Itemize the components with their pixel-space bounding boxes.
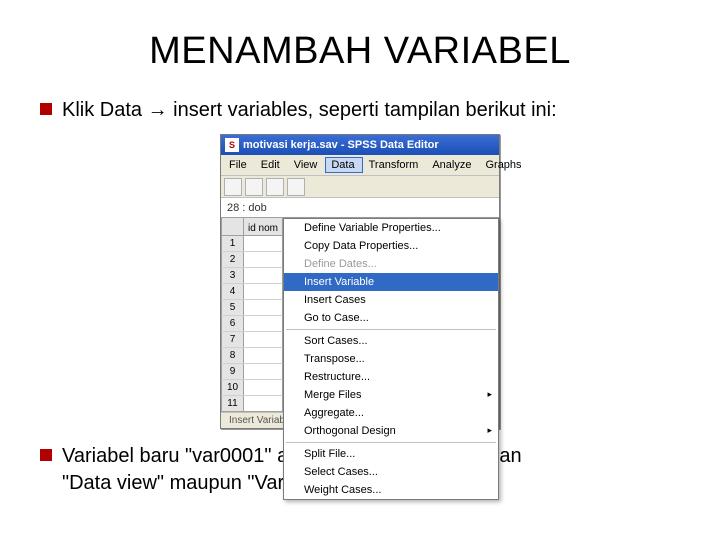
menu-separator bbox=[286, 329, 496, 330]
menu-item-go-to-case[interactable]: Go to Case... bbox=[284, 309, 498, 327]
app-icon: S bbox=[225, 138, 239, 152]
menu-item-define-dates[interactable]: Define Dates... bbox=[284, 255, 498, 273]
menu-item-select-cases[interactable]: Select Cases... bbox=[284, 463, 498, 481]
row-number[interactable]: 4 bbox=[222, 284, 244, 299]
spss-window: S motivasi kerja.sav - SPSS Data Editor … bbox=[220, 134, 500, 429]
menu-item-weight-cases[interactable]: Weight Cases... bbox=[284, 481, 498, 499]
menu-item-transpose[interactable]: Transpose... bbox=[284, 350, 498, 368]
menu-item-insert-cases[interactable]: Insert Cases bbox=[284, 291, 498, 309]
row-number[interactable]: 3 bbox=[222, 268, 244, 283]
data-menu-dropdown: Define Variable Properties... Copy Data … bbox=[283, 218, 499, 500]
row-number[interactable]: 2 bbox=[222, 252, 244, 267]
row-number[interactable]: 8 bbox=[222, 348, 244, 363]
menu-item-copy-data-properties[interactable]: Copy Data Properties... bbox=[284, 237, 498, 255]
grid-cell[interactable] bbox=[244, 300, 282, 315]
titlebar: S motivasi kerja.sav - SPSS Data Editor bbox=[221, 135, 499, 155]
menu-view[interactable]: View bbox=[288, 157, 326, 173]
toolbar-button[interactable] bbox=[224, 178, 242, 196]
window-title: motivasi kerja.sav - SPSS Data Editor bbox=[243, 139, 439, 151]
grid-cell[interactable] bbox=[244, 268, 282, 283]
cell-indicator: 28 : dob bbox=[221, 198, 499, 218]
menu-data[interactable]: Data bbox=[325, 157, 362, 173]
menu-edit[interactable]: Edit bbox=[255, 157, 288, 173]
grid-cell[interactable] bbox=[244, 284, 282, 299]
row-number[interactable]: 1 bbox=[222, 236, 244, 251]
menu-separator bbox=[286, 442, 496, 443]
grid-cell[interactable] bbox=[244, 364, 282, 379]
menu-item-orthogonal-design[interactable]: Orthogonal Design bbox=[284, 422, 498, 440]
column-header[interactable]: id nom bbox=[244, 218, 282, 235]
grid-cell[interactable] bbox=[244, 236, 282, 251]
toolbar-button[interactable] bbox=[245, 178, 263, 196]
grid-cell[interactable] bbox=[244, 316, 282, 331]
row-number[interactable]: 5 bbox=[222, 300, 244, 315]
bullet-1-rest: insert variables, seperti tampilan berik… bbox=[168, 99, 557, 121]
grid-cell[interactable] bbox=[244, 348, 282, 363]
arrow-icon: → bbox=[148, 99, 168, 121]
grid-cell[interactable] bbox=[244, 332, 282, 347]
menu-analyze[interactable]: Analyze bbox=[426, 157, 479, 173]
menu-file[interactable]: File bbox=[223, 157, 255, 173]
toolbar-button[interactable] bbox=[287, 178, 305, 196]
toolbar bbox=[221, 176, 499, 198]
row-number[interactable]: 6 bbox=[222, 316, 244, 331]
corner-header bbox=[222, 218, 244, 235]
bullet-1: Klik Data → insert variables, seperti ta… bbox=[40, 97, 680, 124]
slide-title: MENAMBAH VARIABEL bbox=[40, 30, 680, 73]
menu-item-insert-variable[interactable]: Insert Variable bbox=[284, 273, 498, 291]
menu-item-split-file[interactable]: Split File... bbox=[284, 445, 498, 463]
bullet-square-icon bbox=[40, 103, 52, 115]
menu-item-aggregate[interactable]: Aggregate... bbox=[284, 404, 498, 422]
grid-cell[interactable] bbox=[244, 396, 282, 411]
toolbar-button[interactable] bbox=[266, 178, 284, 196]
menu-item-define-variable-properties[interactable]: Define Variable Properties... bbox=[284, 219, 498, 237]
row-number[interactable]: 11 bbox=[222, 396, 244, 411]
cell-indicator-label: 28 : dob bbox=[221, 202, 273, 214]
menu-item-sort-cases[interactable]: Sort Cases... bbox=[284, 332, 498, 350]
bullet-square-icon bbox=[40, 449, 52, 461]
data-grid: id nom 1 2 3 4 5 6 7 8 9 10 11 bbox=[221, 218, 283, 412]
grid-cell[interactable] bbox=[244, 380, 282, 395]
menu-item-merge-files[interactable]: Merge Files bbox=[284, 386, 498, 404]
row-number[interactable]: 9 bbox=[222, 364, 244, 379]
menubar: File Edit View Data Transform Analyze Gr… bbox=[221, 155, 499, 176]
bullet-1-prefix: Klik Data bbox=[62, 99, 148, 121]
menu-graphs[interactable]: Graphs bbox=[479, 157, 529, 173]
menu-item-restructure[interactable]: Restructure... bbox=[284, 368, 498, 386]
grid-cell[interactable] bbox=[244, 252, 282, 267]
row-number[interactable]: 7 bbox=[222, 332, 244, 347]
row-number[interactable]: 10 bbox=[222, 380, 244, 395]
menu-transform[interactable]: Transform bbox=[363, 157, 427, 173]
